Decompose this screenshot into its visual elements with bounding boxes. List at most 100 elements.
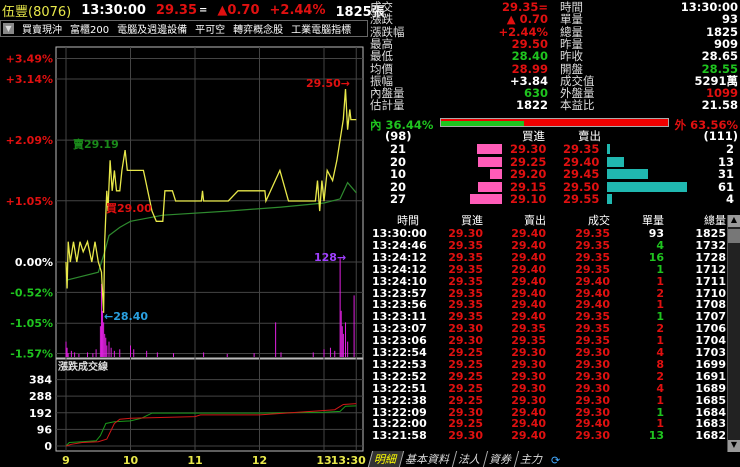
buy-annotation: 買29.00	[106, 202, 152, 215]
quote-value: 28.55	[701, 61, 738, 76]
tick-bid: 29.35	[448, 262, 483, 276]
quote-label: 最高	[370, 36, 393, 51]
inner-fill	[441, 119, 524, 126]
tick-volume: 13	[648, 429, 664, 443]
tick-price: 29.35	[575, 262, 610, 276]
tab-basic-info[interactable]: 基本資料	[398, 451, 457, 467]
tick-ask: 29.40	[511, 250, 546, 264]
tab-institutional[interactable]: 法人	[451, 451, 488, 467]
header-price: 29.35	[155, 2, 198, 18]
quote-label: 昨收	[560, 49, 583, 64]
quote-value: 28.99	[511, 61, 548, 76]
tick-price: 29.40	[575, 274, 610, 288]
high-annotation: 29.50→	[306, 77, 350, 90]
quote-value: 1822	[515, 98, 548, 113]
tick-header: 總量	[704, 214, 726, 227]
x-tick-label: 11	[187, 454, 202, 467]
tag[interactable]: 富櫃200	[70, 21, 109, 36]
quote-value: +2.44%	[498, 24, 548, 39]
sell-annotation: 賣29.19	[72, 137, 119, 151]
quote-value: 21.58	[701, 98, 738, 113]
chevron-down-icon[interactable]: ▼	[3, 23, 14, 34]
y-tick-label: 0.00%	[15, 256, 53, 269]
stock-header: 伍豐(8076) 13:30:00 29.35 = ▲0.70 +2.44% 1…	[2, 1, 385, 20]
quote-label: 均價	[370, 61, 393, 76]
tab-margin[interactable]: 資券	[482, 451, 519, 467]
tick-header: 單量	[642, 214, 664, 227]
ask-bar	[607, 156, 625, 167]
header-change-pct: +2.44%	[269, 2, 326, 18]
x-tick-label: 12	[252, 454, 267, 467]
quote-value: 13:30:00	[680, 0, 738, 14]
tick-time: 13:24:12	[372, 262, 427, 276]
tab-major[interactable]: 主力	[513, 451, 550, 467]
lower-y-tick-label: 96	[37, 423, 53, 436]
quote-label: 估計量	[370, 98, 405, 113]
y-tick-label: -1.57%	[10, 348, 53, 361]
bid-price: 29.10	[510, 192, 547, 206]
scroll-thumb[interactable]	[728, 229, 740, 243]
quote-label: 本益比	[560, 98, 595, 113]
tag[interactable]: 轉弈概念股	[233, 21, 283, 36]
bottom-tabs: 明細 基本資料 法人 資券 主力 ⟳	[367, 451, 564, 467]
tag[interactable]: 平可空	[195, 21, 225, 36]
ask-bar	[607, 194, 613, 204]
tick-total: 1685	[695, 393, 726, 407]
inner-volume-line	[65, 405, 357, 447]
header-time: 13:30:00	[81, 2, 146, 18]
tick-volume: 4	[656, 381, 664, 395]
bid-bar	[476, 144, 502, 154]
tag[interactable]: 工業電腦指標	[291, 21, 351, 36]
y-tick-label: +2.09%	[6, 134, 53, 147]
tick-ask: 29.40	[511, 262, 546, 276]
quote-label: 時間	[560, 0, 583, 14]
tick-ask: 29.40	[511, 274, 546, 288]
scroll-down-icon[interactable]: ▼	[728, 440, 740, 452]
tick-price: 29.30	[575, 369, 610, 383]
x-tick-label: 13	[316, 454, 331, 467]
quote-value: ▲ 0.70	[506, 12, 548, 27]
tick-header: 時間	[397, 214, 419, 227]
tick-volume: 1	[656, 393, 664, 407]
x-tick-label: 10	[123, 454, 139, 467]
quote-label: 成交值	[560, 73, 595, 88]
y-tick-label: +3.49%	[6, 53, 53, 66]
quote-value: +3.84	[509, 73, 548, 88]
scroll-up-icon[interactable]: ▲	[728, 215, 740, 227]
tag[interactable]: 電腦及週邊設備	[117, 21, 187, 36]
tick-total: 1728	[695, 250, 726, 264]
tag[interactable]: 買賣現沖	[22, 21, 62, 36]
quote-value: 909	[713, 36, 738, 51]
y-tick-label: -1.05%	[10, 317, 53, 330]
tick-volume: 2	[656, 369, 664, 383]
ratio-bar	[440, 118, 669, 127]
quote-label: 振幅	[370, 73, 393, 88]
stock-name[interactable]: 伍豐(8076)	[2, 1, 71, 20]
tick-ask: 29.30	[511, 393, 546, 407]
tick-time: 13:21:58	[372, 429, 427, 443]
tab-detail[interactable]: 明細	[367, 451, 404, 467]
x-tick-label: 13:30	[331, 454, 366, 467]
quote-value: 29.50	[511, 36, 548, 51]
tick-header: 賣出	[524, 214, 546, 227]
quote-label: 內盤量	[370, 86, 405, 101]
y-tick-label: +3.14%	[6, 73, 53, 86]
y-tick-label: -0.52%	[10, 286, 53, 299]
quote-label: 最低	[370, 49, 393, 64]
tick-bid: 29.25	[448, 381, 483, 395]
tick-total: 1689	[695, 381, 726, 395]
refresh-icon[interactable]: ⟳	[547, 454, 564, 467]
bid-bar	[478, 181, 502, 192]
tick-total: 1691	[695, 369, 726, 383]
tag-bar: ▼ 買賣現沖 富櫃200 電腦及週邊設備 平可空 轉弈概念股 工業電腦指標	[0, 20, 368, 37]
quote-label: 昨量	[560, 36, 583, 51]
ask-price: 29.55	[563, 192, 600, 206]
intraday-chart[interactable]: 9 10 11 12 13 13:30 +3.49% +3.14% +2.09% +1.05% 0.…	[0, 40, 368, 467]
quote-value: 28.65	[701, 49, 738, 64]
tick-total: 1712	[695, 262, 726, 276]
bid-bar	[469, 194, 502, 204]
ask-bar	[607, 181, 687, 192]
scrollbar[interactable]: ▲ ▼	[727, 215, 740, 452]
tick-ask: 29.30	[511, 381, 546, 395]
tick-bid: 29.30	[448, 429, 483, 443]
